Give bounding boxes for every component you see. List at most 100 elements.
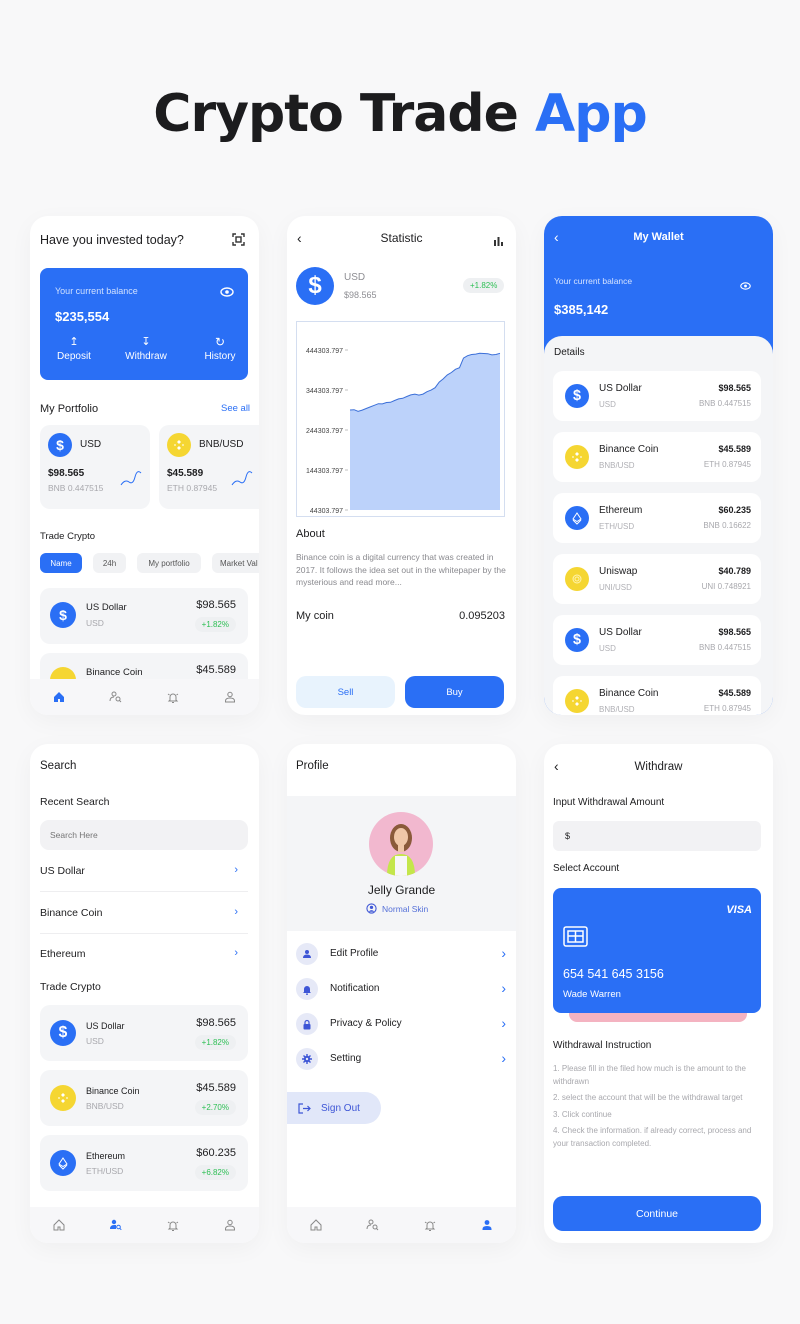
menu-item[interactable]: Edit Profile › xyxy=(296,941,506,967)
trade-row[interactable]: $ US Dollar USD $98.565 +1.82% xyxy=(40,1005,248,1061)
portfolio-price: $98.565 xyxy=(48,468,85,479)
scan-icon[interactable] xyxy=(232,233,245,251)
instruction-step: 1. Please fill in the filed how much is … xyxy=(553,1064,746,1086)
bottom-nav xyxy=(30,1207,259,1243)
profile-icon[interactable] xyxy=(479,1217,495,1233)
wallet-item[interactable]: Binance Coin BNB/USD $45.589 ETH 0.87945 xyxy=(553,432,761,482)
chart-svg: 444303.797 344303.797 244303.797 144303.797… xyxy=(306,348,501,515)
about-title: About xyxy=(296,528,325,540)
search-user-icon[interactable] xyxy=(108,1217,124,1233)
search-user-icon[interactable] xyxy=(108,689,124,705)
home-icon[interactable] xyxy=(308,1217,324,1233)
chart-area xyxy=(350,353,500,510)
filter-market-value[interactable]: Market Val xyxy=(212,553,259,573)
portfolio-card[interactable]: BNB/USD $45.589 ETH 0.87945 xyxy=(159,425,259,509)
see-all-link[interactable]: See all xyxy=(221,403,250,414)
bell-icon[interactable] xyxy=(165,1217,181,1233)
coin-sub: UNI 0.748921 xyxy=(701,582,751,591)
dollar-icon: $ xyxy=(48,433,72,457)
menu-item[interactable]: Notification › xyxy=(296,976,506,1002)
y-tick-label: 444303.797 xyxy=(306,348,343,355)
withdraw-screen: ‹ Withdraw Input Withdrawal Amount $ Sel… xyxy=(544,744,773,1243)
home-icon[interactable] xyxy=(51,689,67,705)
buy-button[interactable]: Buy xyxy=(405,676,504,708)
trade-row[interactable]: Ethereum ETH/USD $60.235 +6.82% xyxy=(40,1135,248,1191)
amount-label: Input Withdrawal Amount xyxy=(553,797,665,808)
refresh-icon: ↻ xyxy=(214,335,226,349)
binance-icon xyxy=(565,689,589,713)
menu-item[interactable]: Setting › xyxy=(296,1046,506,1072)
filter-24h[interactable]: 24h xyxy=(93,553,126,573)
coin-price: $45.589 xyxy=(196,664,236,676)
coin-name: US Dollar xyxy=(86,1021,125,1031)
history-button[interactable]: ↻ History xyxy=(195,336,245,362)
trade-row[interactable]: Binance Coin BNB/USD $45.589 +2.70% xyxy=(40,1070,248,1126)
profile-title: Profile xyxy=(296,760,329,772)
menu-item[interactable]: Privacy & Policy › xyxy=(296,1011,506,1037)
trade-row[interactable]: $ US Dollar USD $98.565 +1.82% xyxy=(40,588,248,644)
search-input[interactable] xyxy=(40,820,248,850)
filter-name[interactable]: Name xyxy=(40,553,82,573)
ethereum-icon xyxy=(50,1150,76,1176)
wallet-item[interactable]: Uniswap UNI/USD $40.789 UNI 0.748921 xyxy=(553,554,761,604)
recent-label: US Dollar xyxy=(40,865,85,877)
wallet-item[interactable]: Binance Coin BNB/USD $45.589 ETH 0.87945 xyxy=(553,676,761,715)
dollar-icon: $ xyxy=(50,1020,76,1046)
menu-label: Privacy & Policy xyxy=(330,1018,402,1029)
coin-sub: ETH 0.87945 xyxy=(703,704,751,713)
coin-symbol: UNI/USD xyxy=(599,583,632,592)
bar-chart-icon[interactable] xyxy=(494,233,503,251)
trade-title: Trade Crypto xyxy=(40,531,96,542)
continue-button[interactable]: Continue xyxy=(553,1196,761,1231)
wallet-item[interactable]: Ethereum ETH/USD $60.235 BNB 0.16622 xyxy=(553,493,761,543)
wallet-item[interactable]: $ US Dollar USD $98.565 BNB 0.447515 xyxy=(553,615,761,665)
deposit-button[interactable]: ↥ Deposit xyxy=(48,336,100,362)
amount-input[interactable]: $ xyxy=(553,821,761,851)
instruction-step: 3. Click continue xyxy=(553,1109,612,1119)
title-accent: App xyxy=(535,84,648,144)
page-title: Crypto Trade App xyxy=(0,84,800,144)
bell-icon xyxy=(296,978,318,1000)
home-icon[interactable] xyxy=(51,1217,67,1233)
sign-out-button[interactable]: Sign Out xyxy=(287,1092,381,1124)
eye-icon[interactable] xyxy=(220,284,234,302)
eye-icon[interactable] xyxy=(740,277,751,295)
coin-sub: BNB 0.447515 xyxy=(698,643,751,652)
withdraw-button[interactable]: ↧ Withdraw xyxy=(118,336,174,362)
visa-card[interactable]: VISA 654 541 645 3156 Wade Warren xyxy=(553,888,761,1013)
recent-item[interactable]: Binance Coin › xyxy=(40,893,248,934)
profile-icon[interactable] xyxy=(222,689,238,705)
filter-my-portfolio[interactable]: My portfolio xyxy=(137,553,201,573)
wallet-item[interactable]: $ US Dollar USD $98.565 BNB 0.447515 xyxy=(553,371,761,421)
my-coin-value: 0.095203 xyxy=(459,610,505,622)
bell-icon[interactable] xyxy=(422,1217,438,1233)
trade-title: Trade Crypto xyxy=(40,981,101,993)
instruction-title: Withdrawal Instruction xyxy=(553,1040,652,1051)
coin-name: Uniswap xyxy=(599,566,638,577)
coin-name: USD xyxy=(344,272,366,283)
portfolio-name: BNB/USD xyxy=(199,439,244,450)
profile-icon[interactable] xyxy=(222,1217,238,1233)
coin-price: $45.589 xyxy=(196,1082,236,1094)
coin-price: $45.589 xyxy=(718,688,751,698)
coin-price: $98.565 xyxy=(196,599,236,611)
search-user-icon[interactable] xyxy=(365,1217,381,1233)
portfolio-card[interactable]: $ USD $98.565 BNB 0.447515 xyxy=(40,425,150,509)
home-header: Have you invested today? xyxy=(40,233,184,247)
portfolio-name: USD xyxy=(80,439,102,450)
card-holder: Wade Warren xyxy=(563,989,621,1000)
recent-label: Ethereum xyxy=(40,948,86,960)
y-tick-label: 44303.797 xyxy=(310,508,343,515)
user-icon xyxy=(296,943,318,965)
coin-symbol: ETH/USD xyxy=(599,522,635,531)
bell-icon[interactable] xyxy=(165,689,181,705)
my-coin-label: My coin xyxy=(296,610,334,622)
coin-symbol: BNB/USD xyxy=(86,1101,124,1111)
sell-button[interactable]: Sell xyxy=(296,676,395,708)
ethereum-icon xyxy=(565,506,589,530)
recent-item[interactable]: US Dollar › xyxy=(40,851,248,892)
coin-symbol: BNB/USD xyxy=(599,705,635,714)
change-badge: +1.82% xyxy=(194,617,236,632)
coin-sub: BNB 0.447515 xyxy=(698,399,751,408)
recent-item[interactable]: Ethereum › xyxy=(40,934,248,975)
